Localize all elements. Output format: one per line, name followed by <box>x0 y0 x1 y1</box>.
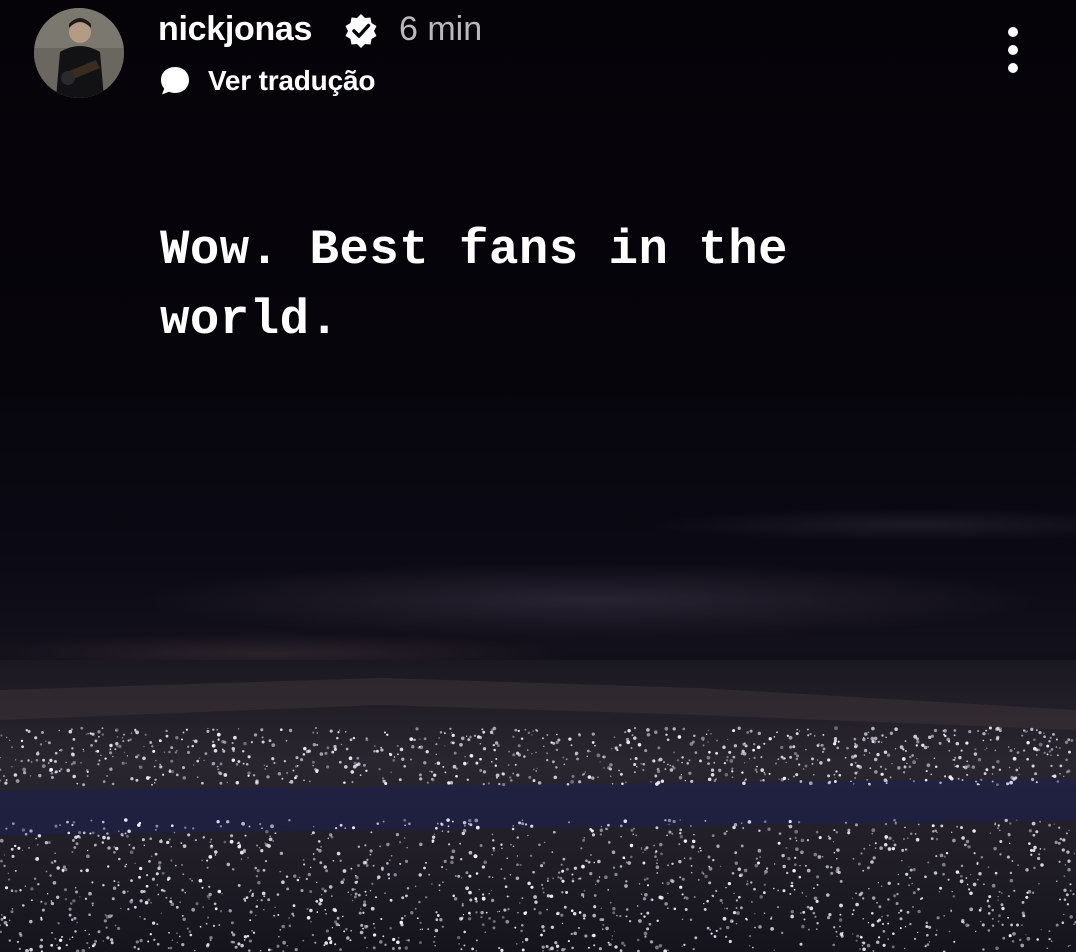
translate-label: Ver tradução <box>208 65 376 96</box>
story-header: nickjonas 6 min Ver tradução <box>0 0 1076 120</box>
speech-bubble-icon <box>161 67 189 95</box>
username[interactable]: nickjonas <box>158 8 312 50</box>
verified-badge-icon <box>345 14 377 48</box>
translate-button[interactable]: Ver tradução <box>158 60 375 102</box>
more-vertical-icon[interactable] <box>990 24 1036 80</box>
story-caption: Wow. Best fans in the world. <box>160 222 789 348</box>
stadium-crowd-image <box>0 660 1076 952</box>
story-timestamp: 6 min <box>399 10 483 48</box>
profile-avatar[interactable] <box>34 8 124 98</box>
profile-photo-icon <box>34 8 124 98</box>
story-viewer[interactable]: nickjonas 6 min Ver tradução Wow. Best f… <box>0 0 1076 952</box>
